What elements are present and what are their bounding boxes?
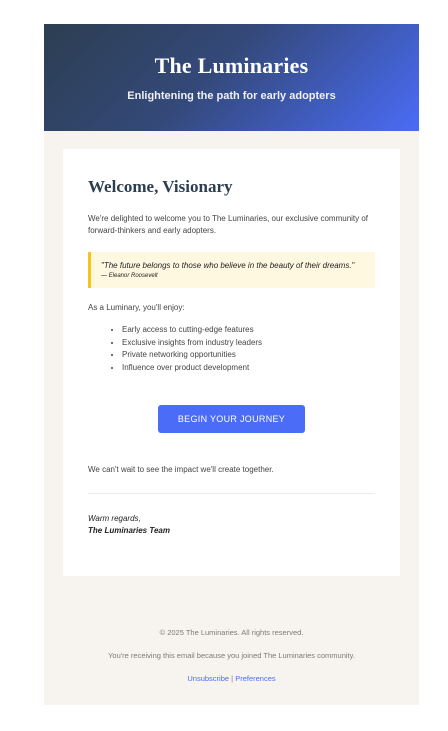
footer-notice: You're receiving this email because you …: [108, 651, 355, 660]
cta-wrapper: BEGIN YOUR JOURNEY: [88, 405, 375, 433]
closing-line: We can't wait to see the impact we'll cr…: [88, 465, 274, 474]
quote-text: "The future belongs to those who believe…: [101, 261, 355, 270]
benefit-item: Early access to cutting-edge features: [122, 324, 375, 337]
quote-block: "The future belongs to those who believe…: [88, 252, 375, 288]
signoff-greeting: Warm regards,: [88, 514, 141, 523]
begin-journey-button[interactable]: BEGIN YOUR JOURNEY: [158, 405, 305, 433]
content-card: Welcome, Visionary We're delighted to we…: [63, 149, 400, 576]
email-header: The Luminaries Enlightening the path for…: [44, 24, 419, 131]
benefits-list: Early access to cutting-edge features Ex…: [88, 324, 375, 374]
signoff-team: The Luminaries Team: [88, 526, 170, 535]
welcome-heading: Welcome, Visionary: [88, 177, 233, 196]
benefit-item: Exclusive insights from industry leaders: [122, 337, 375, 350]
intro-paragraph: We're delighted to welcome you to The Lu…: [88, 214, 369, 235]
footer-link-separator: |: [231, 674, 234, 683]
brand-title: The Luminaries: [154, 53, 309, 78]
benefit-item: Private networking opportunities: [122, 349, 375, 362]
email-container: The Luminaries Enlightening the path for…: [44, 24, 419, 705]
preferences-link[interactable]: Preferences: [235, 674, 275, 683]
footer-copyright: © 2025 The Luminaries. All rights reserv…: [159, 628, 304, 637]
signoff: Warm regards, The Luminaries Team: [88, 513, 375, 537]
footer-links: Unsubscribe | Preferences: [44, 674, 419, 683]
email-footer: © 2025 The Luminaries. All rights reserv…: [44, 628, 419, 683]
quote-author: — Eleanor Roosevelt: [101, 273, 158, 279]
benefit-item: Influence over product development: [122, 362, 375, 375]
unsubscribe-link[interactable]: Unsubscribe: [187, 674, 229, 683]
brand-tagline: Enlightening the path for early adopters: [127, 90, 336, 102]
divider: [88, 493, 375, 494]
benefits-intro: As a Luminary, you'll enjoy:: [88, 303, 185, 312]
